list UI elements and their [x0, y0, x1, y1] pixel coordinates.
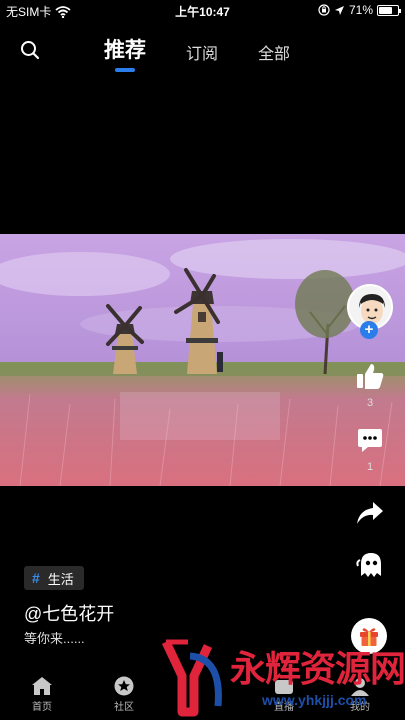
tab-subscribed[interactable]: 订阅: [186, 40, 218, 70]
battery-percent: 71%: [348, 3, 373, 17]
nav-home[interactable]: 首页: [12, 676, 72, 713]
comment-button[interactable]: 1: [347, 428, 393, 473]
nav-home-label: 首页: [32, 702, 52, 713]
thumbs-up-icon: [357, 364, 384, 389]
ghost-button[interactable]: [347, 550, 393, 585]
watermark-url: www.yhkjjj.com: [262, 692, 367, 708]
like-button[interactable]: 3: [347, 362, 393, 409]
comment-icon: [358, 429, 382, 452]
post-description: 等你来......: [24, 631, 85, 646]
ghost-icon: [356, 553, 381, 577]
follow-plus-button[interactable]: +: [360, 321, 378, 339]
search-icon[interactable]: [18, 38, 42, 62]
tab-all[interactable]: 全部: [258, 40, 290, 70]
hashtag-icon: #: [32, 570, 40, 586]
topic-tag[interactable]: # 生活: [24, 566, 84, 590]
rotation-lock-icon: [318, 4, 330, 16]
nav-community[interactable]: 社区: [94, 676, 154, 713]
topic-tag-label: 生活: [47, 571, 74, 587]
share-button[interactable]: [347, 500, 393, 531]
share-arrow-icon: [357, 502, 383, 524]
status-bar: 无SIM卡 上午10:47 71%: [0, 0, 405, 22]
nav-community-label: 社区: [114, 702, 134, 713]
tab-recommended[interactable]: 推荐: [104, 34, 146, 72]
status-right: 71%: [318, 3, 401, 17]
battery-icon: [377, 4, 401, 16]
star-circle-icon: [114, 676, 134, 696]
video-player[interactable]: [0, 234, 405, 486]
location-arrow-icon: [334, 5, 344, 15]
video-frame: [0, 234, 405, 486]
comment-count: 1: [366, 461, 374, 473]
author-name[interactable]: @七色花开: [24, 600, 114, 626]
feed-tabs: 推荐 订阅 全部: [104, 34, 330, 72]
home-icon: [32, 677, 52, 695]
battery-fill: [379, 6, 392, 14]
watermark-text: 永辉资源网: [230, 649, 405, 690]
like-count: 3: [366, 397, 374, 409]
top-nav: 推荐 订阅 全部: [0, 30, 405, 72]
watermark-logo-icon: [161, 639, 222, 717]
site-watermark: 永辉资源网 www.yhkjjj.com: [160, 636, 405, 720]
